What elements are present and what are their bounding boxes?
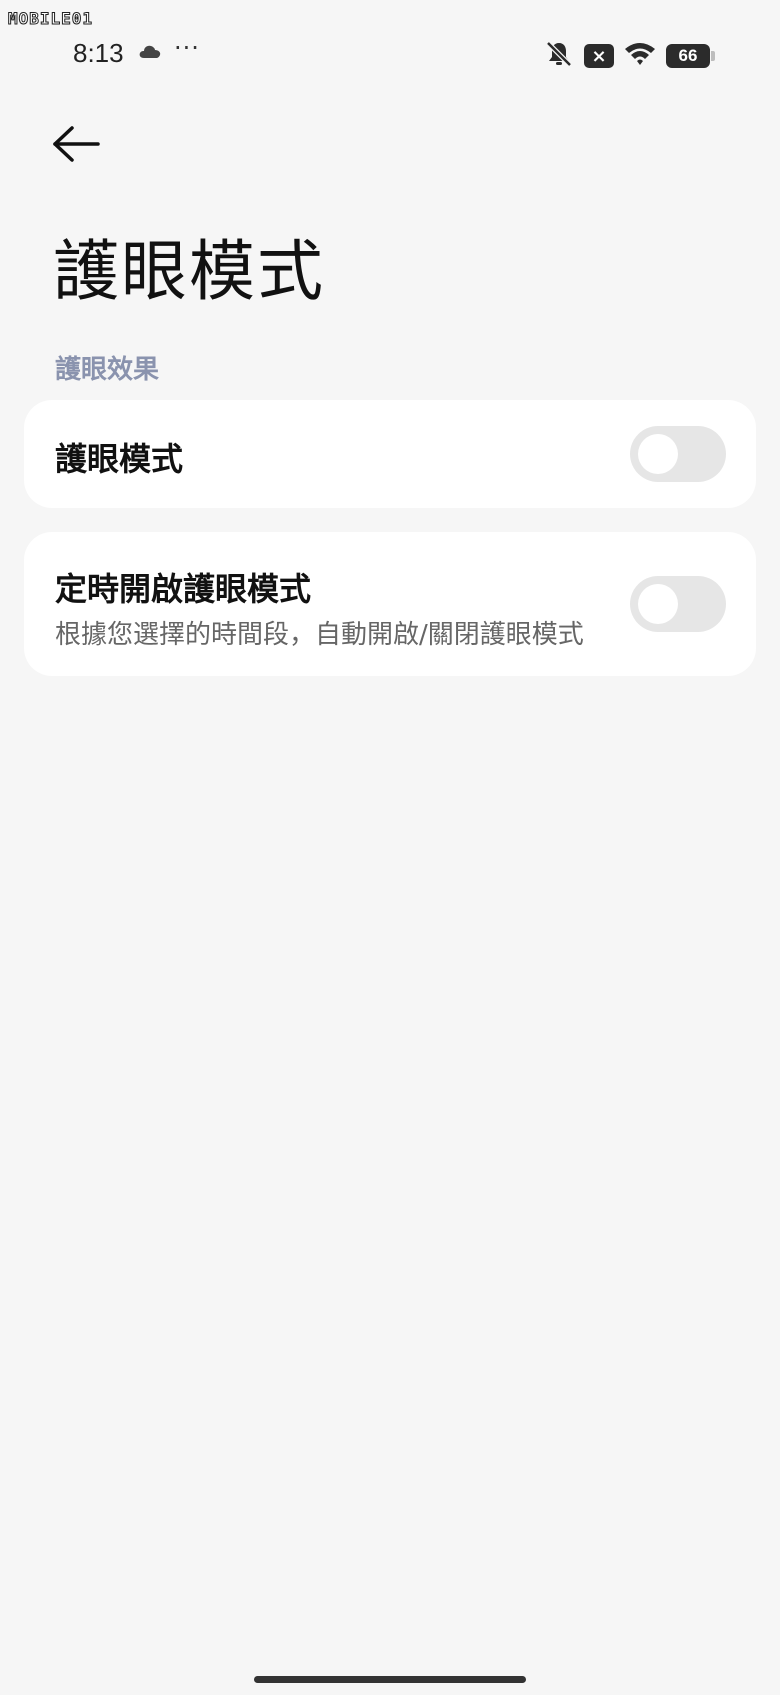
page-title: 護眼模式 xyxy=(53,233,325,310)
home-indicator[interactable] xyxy=(254,1676,526,1683)
arrow-left-icon xyxy=(52,124,100,168)
battery-icon: 66 xyxy=(666,44,715,68)
back-button[interactable] xyxy=(52,124,102,168)
close-badge-icon: × xyxy=(584,44,614,68)
watermark-text: MOBILE01 xyxy=(7,8,94,28)
eye-comfort-title: 護眼模式 xyxy=(55,440,184,478)
section-label: 護眼效果 xyxy=(55,355,160,385)
schedule-title: 定時開啟護眼模式 xyxy=(55,570,312,608)
status-bar: 8:13 ··· × 66 xyxy=(0,30,780,74)
status-more-icon: ··· xyxy=(174,34,200,62)
toggle-knob xyxy=(638,584,678,624)
wifi-icon xyxy=(624,41,656,71)
watermark-logo: MOBILE01 xyxy=(7,4,94,32)
status-time: 8:13 xyxy=(73,38,124,68)
schedule-description: 根據您選擇的時間段，自動開啟/關閉護眼模式 xyxy=(55,620,584,650)
schedule-card[interactable]: 定時開啟護眼模式 根據您選擇的時間段，自動開啟/關閉護眼模式 xyxy=(24,532,756,676)
schedule-toggle[interactable] xyxy=(630,576,726,632)
eye-comfort-card[interactable]: 護眼模式 xyxy=(24,400,756,508)
cloud-icon xyxy=(138,43,162,63)
eye-comfort-toggle[interactable] xyxy=(630,426,726,482)
status-icons: × 66 xyxy=(544,39,715,73)
bell-muted-icon xyxy=(544,39,574,73)
toggle-knob xyxy=(638,434,678,474)
